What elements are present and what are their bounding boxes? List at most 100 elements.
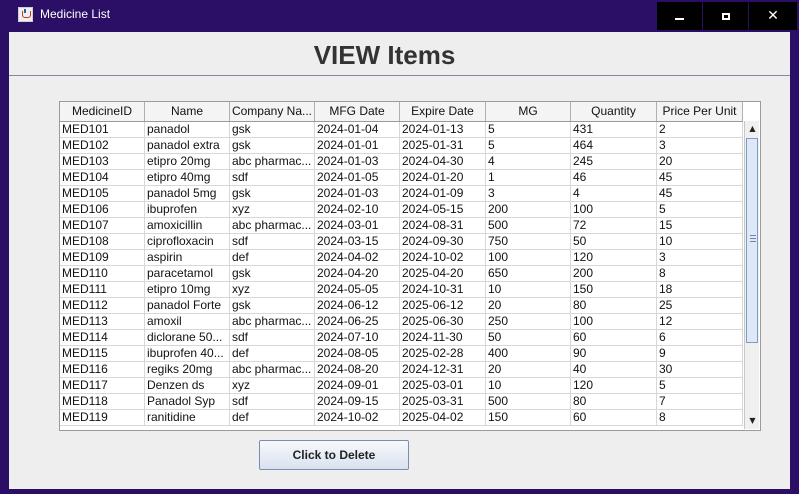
table-cell[interactable]: 2024-12-31 [400,362,486,377]
table-cell[interactable]: 2024-07-10 [315,330,400,345]
column-header-quantity[interactable]: Quantity [571,102,657,121]
table-cell[interactable]: 2024-04-02 [315,250,400,265]
table-cell[interactable]: 2024-01-09 [400,186,486,201]
column-header-mg[interactable]: MG [486,102,571,121]
table-cell[interactable]: 45 [657,186,743,201]
table-cell[interactable]: 2024-04-30 [400,154,486,169]
table-cell[interactable]: 120 [571,250,657,265]
table-cell[interactable]: xyz [230,282,315,297]
column-header-name[interactable]: Name [145,102,230,121]
table-cell[interactable]: 2024-01-01 [315,138,400,153]
table-cell[interactable]: MED104 [60,170,145,185]
table-cell[interactable]: 2024-10-02 [400,250,486,265]
table-cell[interactable]: 2024-06-12 [315,298,400,313]
table-cell[interactable]: 5 [486,138,571,153]
table-cell[interactable]: 1 [486,170,571,185]
table-cell[interactable]: 120 [571,378,657,393]
table-cell[interactable]: MED103 [60,154,145,169]
table-cell[interactable]: MED119 [60,410,145,425]
table-cell[interactable]: abc pharmac... [230,154,315,169]
table-cell[interactable]: 2024-01-05 [315,170,400,185]
table-cell[interactable]: 2025-02-28 [400,346,486,361]
table-cell[interactable]: 10 [486,378,571,393]
table-cell[interactable]: 500 [486,394,571,409]
column-header-company[interactable]: Company Na... [230,102,315,121]
table-cell[interactable]: Denzen ds [145,378,230,393]
table-cell[interactable]: 200 [571,266,657,281]
minimize-button[interactable] [657,2,702,30]
table-row[interactable]: MED104 etipro 40mg sdf 2024-01-05 2024-01-20… [60,170,743,186]
table-cell[interactable]: MED112 [60,298,145,313]
table-cell[interactable]: def [230,410,315,425]
table-cell[interactable]: amoxicillin [145,218,230,233]
table-cell[interactable]: Panadol Syp [145,394,230,409]
table-cell[interactable]: panadol [145,122,230,137]
table-cell[interactable]: 2024-03-15 [315,234,400,249]
table-cell[interactable]: 100 [571,314,657,329]
table-cell[interactable]: 15 [657,218,743,233]
table-cell[interactable]: 2024-02-10 [315,202,400,217]
table-cell[interactable]: 2024-10-31 [400,282,486,297]
table-cell[interactable]: 80 [571,298,657,313]
table-cell[interactable]: 2025-01-31 [400,138,486,153]
column-header-price[interactable]: Price Per Unit [657,102,743,121]
table-cell[interactable]: 2024-08-31 [400,218,486,233]
table-cell[interactable]: diclorane 50... [145,330,230,345]
table-cell[interactable]: 2025-04-02 [400,410,486,425]
table-cell[interactable]: 2024-04-20 [315,266,400,281]
table-cell[interactable]: 2024-11-30 [400,330,486,345]
table-cell[interactable]: etipro 40mg [145,170,230,185]
column-header-mfg-date[interactable]: MFG Date [315,102,400,121]
table-cell[interactable]: 2024-05-15 [400,202,486,217]
table-cell[interactable]: 40 [571,362,657,377]
table-cell[interactable]: 650 [486,266,571,281]
table-cell[interactable]: ranitidine [145,410,230,425]
scroll-up-arrow-icon[interactable]: ▲ [745,121,760,137]
table-cell[interactable]: ciprofloxacin [145,234,230,249]
table-row[interactable]: MED109 aspirin def 2024-04-02 2024-10-02 100 1… [60,250,743,266]
title-bar[interactable]: Medicine List ✕ [0,0,799,31]
table-row[interactable]: MED106 ibuprofen xyz 2024-02-10 2024-05-15 20… [60,202,743,218]
table-cell[interactable]: 7 [657,394,743,409]
table-row[interactable]: MED112 panadol Forte gsk 2024-06-12 2025-06-… [60,298,743,314]
table-cell[interactable]: MED113 [60,314,145,329]
table-cell[interactable]: 20 [486,298,571,313]
table-cell[interactable]: 2025-06-30 [400,314,486,329]
table-cell[interactable]: 431 [571,122,657,137]
table-row[interactable]: MED101 panadol gsk 2024-01-04 2024-01-13 5 431… [60,122,743,138]
table-cell[interactable]: def [230,250,315,265]
table-cell[interactable]: MED115 [60,346,145,361]
table-cell[interactable]: 2024-09-30 [400,234,486,249]
table-row[interactable]: MED102 panadol extra gsk 2024-01-01 2025-01-… [60,138,743,154]
table-row[interactable]: MED108 ciprofloxacin sdf 2024-03-15 2024-09-… [60,234,743,250]
table-cell[interactable]: gsk [230,138,315,153]
table-row[interactable]: MED116 regiks 20mg abc pharmac... 2024-08-2… [60,362,743,378]
table-cell[interactable]: 2024-05-05 [315,282,400,297]
table-cell[interactable]: 2 [657,122,743,137]
table-cell[interactable]: panadol 5mg [145,186,230,201]
table-cell[interactable]: 6 [657,330,743,345]
table-cell[interactable]: sdf [230,170,315,185]
table-cell[interactable]: 100 [571,202,657,217]
table-cell[interactable]: 50 [486,330,571,345]
table-cell[interactable]: MED102 [60,138,145,153]
table-cell[interactable]: amoxil [145,314,230,329]
table-cell[interactable]: 72 [571,218,657,233]
table-cell[interactable]: 60 [571,410,657,425]
table-cell[interactable]: 50 [571,234,657,249]
table-row[interactable]: MED114 diclorane 50... sdf 2024-07-10 2024-1… [60,330,743,346]
table-cell[interactable]: 30 [657,362,743,377]
table-cell[interactable]: 3 [657,138,743,153]
table-cell[interactable]: 2024-10-02 [315,410,400,425]
table-cell[interactable]: MED114 [60,330,145,345]
table-cell[interactable]: 2024-01-13 [400,122,486,137]
table-row[interactable]: MED111 etipro 10mg xyz 2024-05-05 2024-10-31… [60,282,743,298]
table-cell[interactable]: 18 [657,282,743,297]
table-cell[interactable]: xyz [230,378,315,393]
table-cell[interactable]: MED106 [60,202,145,217]
table-cell[interactable]: 2025-03-31 [400,394,486,409]
table-cell[interactable]: sdf [230,234,315,249]
table-cell[interactable]: 400 [486,346,571,361]
table-cell[interactable]: 20 [486,362,571,377]
table-cell[interactable]: 200 [486,202,571,217]
